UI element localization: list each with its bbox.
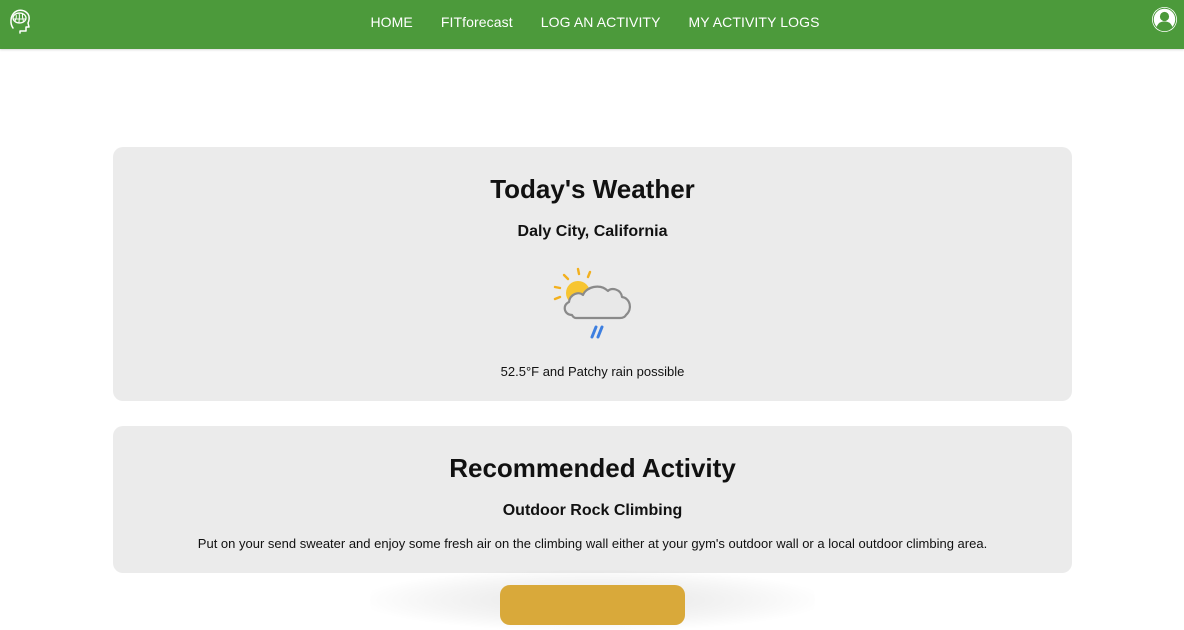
user-avatar-icon[interactable] (1151, 6, 1178, 33)
weather-location: Daly City, California (517, 223, 668, 240)
recommended-activity-card: Recommended Activity Outdoor Rock Climbi… (113, 426, 1072, 573)
activity-name: Outdoor Rock Climbing (502, 502, 683, 519)
weather-description: 52.5°F and Patchy rain possible (500, 364, 685, 379)
activity-title: Recommended Activity (449, 453, 736, 483)
main-nav: HOME FITforecast LOG AN ACTIVITY MY ACTI… (0, 0, 1184, 43)
sun-cloud-rain-icon (553, 267, 632, 339)
nav-log-activity-link[interactable]: LOG AN ACTIVITY (541, 14, 661, 30)
top-navbar: HOME FITforecast LOG AN ACTIVITY MY ACTI… (0, 0, 1184, 49)
nav-fitforecast-link[interactable]: FITforecast (441, 14, 513, 30)
activity-description: Put on your send sweater and enjoy some … (197, 536, 988, 551)
nav-home-link[interactable]: HOME (370, 14, 412, 30)
weather-card: Today's Weather Daly City, California 52… (113, 147, 1072, 401)
activity-action-button[interactable] (500, 585, 685, 625)
nav-activity-logs-link[interactable]: MY ACTIVITY LOGS (689, 14, 820, 30)
weather-title: Today's Weather (490, 174, 695, 204)
